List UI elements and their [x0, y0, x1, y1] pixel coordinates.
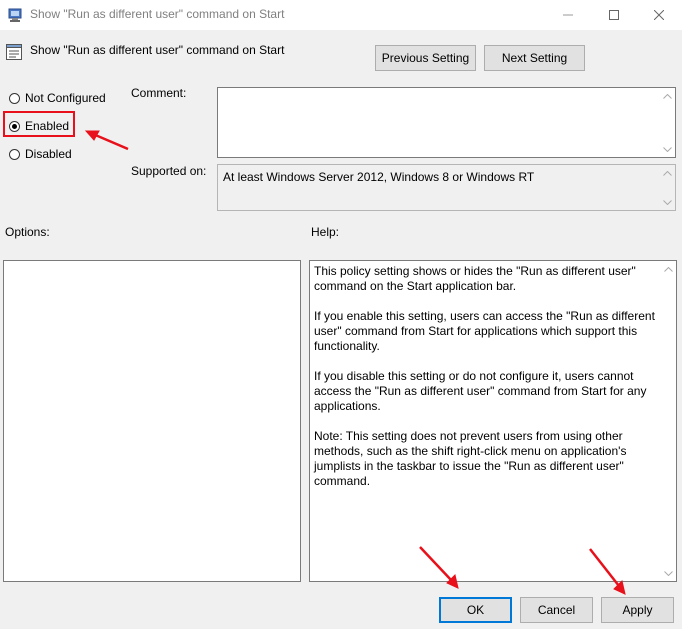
close-icon — [654, 10, 664, 20]
radio-label: Not Configured — [25, 91, 106, 105]
scroll-down-icon[interactable] — [662, 197, 672, 207]
options-panel — [3, 260, 301, 582]
next-setting-button[interactable]: Next Setting — [484, 45, 585, 71]
scroll-down-icon[interactable] — [663, 568, 673, 578]
radio-disabled[interactable]: Disabled — [9, 146, 72, 162]
setting-icon — [5, 43, 23, 61]
minimize-button[interactable] — [545, 0, 591, 30]
minimize-icon — [563, 14, 573, 16]
help-paragraph: Note: This setting does not prevent user… — [314, 429, 627, 488]
options-label: Options: — [5, 225, 50, 239]
apply-button[interactable]: Apply — [601, 597, 674, 623]
scroll-down-icon[interactable] — [662, 144, 672, 154]
window-title: Show "Run as different user" command on … — [30, 7, 285, 21]
maximize-icon — [609, 10, 619, 20]
radio-not-configured[interactable]: Not Configured — [9, 90, 106, 106]
scroll-up-icon[interactable] — [663, 264, 673, 274]
help-paragraph: If you enable this setting, users can ac… — [314, 309, 655, 353]
title-bar: Show "Run as different user" command on … — [0, 0, 682, 30]
policy-name: Show "Run as different user" command on … — [30, 43, 285, 57]
annotation-highlight-box — [3, 111, 75, 137]
radio-label: Disabled — [25, 147, 72, 161]
close-button[interactable] — [636, 0, 682, 30]
maximize-button[interactable] — [591, 0, 637, 30]
supported-on-label: Supported on: — [131, 164, 207, 178]
annotation-arrow-enabled — [84, 130, 129, 151]
supported-scrollbar[interactable] — [659, 165, 675, 210]
ok-button[interactable]: OK — [439, 597, 512, 623]
supported-on-box: At least Windows Server 2012, Windows 8 … — [217, 164, 676, 211]
comment-label: Comment: — [131, 86, 187, 100]
policy-icon — [8, 7, 24, 23]
radio-button[interactable] — [9, 92, 20, 104]
comment-scrollbar[interactable] — [659, 88, 675, 157]
previous-setting-button[interactable]: Previous Setting — [375, 45, 476, 71]
cancel-button[interactable]: Cancel — [520, 597, 593, 623]
comment-textarea[interactable] — [217, 87, 676, 158]
supported-on-value: At least Windows Server 2012, Windows 8 … — [223, 170, 535, 184]
help-paragraph: If you disable this setting or do not co… — [314, 369, 647, 413]
scroll-up-icon[interactable] — [662, 91, 672, 101]
help-panel: This policy setting shows or hides the "… — [309, 260, 677, 582]
radio-button[interactable] — [9, 148, 20, 160]
help-scrollbar[interactable] — [660, 261, 676, 581]
help-text: This policy setting shows or hides the "… — [310, 261, 676, 489]
scroll-up-icon[interactable] — [662, 168, 672, 178]
help-paragraph: This policy setting shows or hides the "… — [314, 264, 636, 293]
help-label: Help: — [311, 225, 340, 239]
